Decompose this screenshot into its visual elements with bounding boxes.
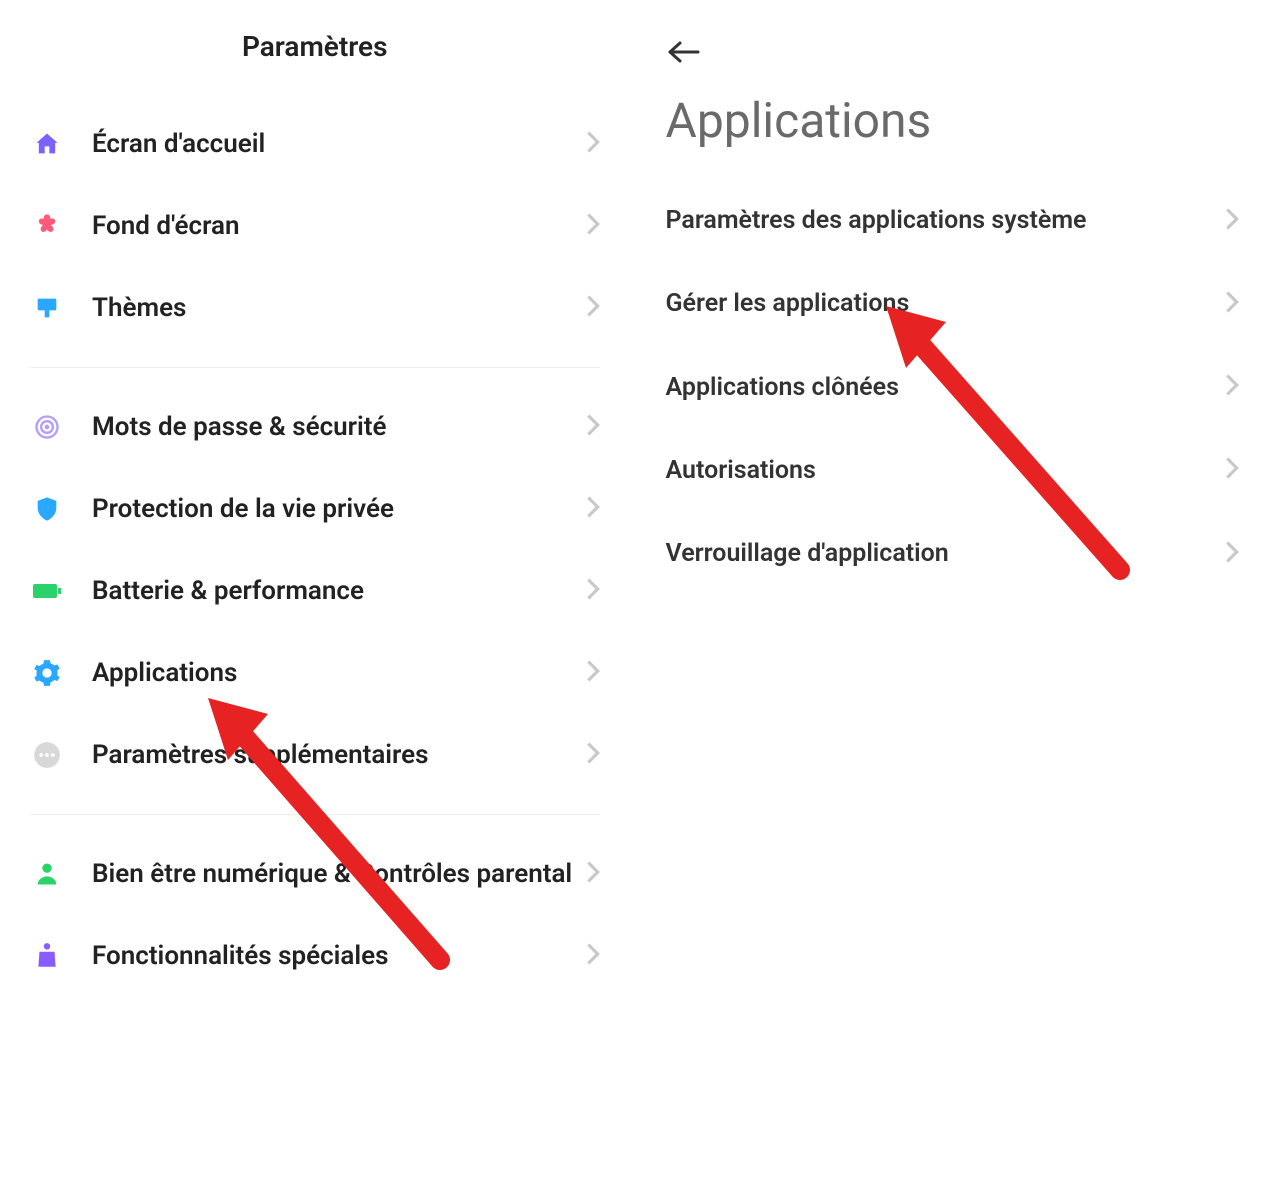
chevron-right-icon [586, 295, 600, 321]
applications-panel: Applications Paramètres des applications… [640, 0, 1279, 1203]
target-icon [30, 410, 64, 444]
divider [30, 814, 600, 815]
settings-row-label: Écran d'accueil [92, 128, 586, 161]
settings-row-label: Applications [92, 657, 586, 690]
settings-row-additional-settings[interactable]: Paramètres supplémentaires [20, 714, 610, 796]
brush-icon [30, 291, 64, 325]
person-icon [30, 857, 64, 891]
settings-row-wallpaper[interactable]: Fond d'écran [20, 185, 610, 267]
apps-row-label: Autorisations [666, 455, 1226, 486]
chevron-right-icon [586, 578, 600, 604]
settings-row-label: Batterie & performance [92, 575, 586, 608]
chevron-right-icon [586, 742, 600, 768]
settings-row-label: Fond d'écran [92, 210, 586, 243]
divider [30, 367, 600, 368]
apps-row-app-lock[interactable]: Verrouillage d'application [650, 512, 1250, 595]
chevron-right-icon [1225, 208, 1239, 234]
chevron-right-icon [586, 861, 600, 887]
chevron-right-icon [586, 496, 600, 522]
chevron-right-icon [586, 414, 600, 440]
settings-panel: Paramètres Écran d'accueil Fond d'écran … [0, 0, 640, 1203]
chevron-right-icon [586, 213, 600, 239]
settings-row-label: Paramètres supplémentaires [92, 739, 586, 772]
chevron-right-icon [586, 943, 600, 969]
chevron-right-icon [1225, 541, 1239, 567]
apps-row-label: Paramètres des applications système [666, 205, 1226, 236]
dots-icon [30, 738, 64, 772]
settings-row-home[interactable]: Écran d'accueil [20, 103, 610, 185]
page-title: Paramètres [20, 10, 610, 103]
settings-row-special-features[interactable]: Fonctionnalités spéciales [20, 915, 610, 997]
chevron-right-icon [1225, 374, 1239, 400]
settings-row-label: Protection de la vie privée [92, 493, 586, 526]
apps-row-dual-apps[interactable]: Applications clônées [650, 346, 1250, 429]
settings-row-digital-wellbeing[interactable]: Bien être numérique & Contrôles parental [20, 833, 610, 915]
apps-row-label: Gérer les applications [666, 288, 1226, 319]
settings-row-label: Fonctionnalités spéciales [92, 940, 586, 973]
chevron-right-icon [586, 660, 600, 686]
settings-row-themes[interactable]: Thèmes [20, 267, 610, 349]
chevron-right-icon [586, 131, 600, 157]
apps-row-permissions[interactable]: Autorisations [650, 429, 1250, 512]
chevron-right-icon [1225, 291, 1239, 317]
battery-icon [30, 574, 64, 608]
settings-row-battery-performance[interactable]: Batterie & performance [20, 550, 610, 632]
settings-row-applications[interactable]: Applications [20, 632, 610, 714]
bag-icon [30, 939, 64, 973]
apps-row-system-app-settings[interactable]: Paramètres des applications système [650, 179, 1250, 262]
apps-row-label: Applications clônées [666, 372, 1226, 403]
settings-row-passwords-security[interactable]: Mots de passe & sécurité [20, 386, 610, 468]
shield-icon [30, 492, 64, 526]
flower-icon [30, 209, 64, 243]
settings-row-label: Mots de passe & sécurité [92, 411, 586, 444]
apps-row-manage-apps[interactable]: Gérer les applications [650, 262, 1250, 345]
gear-icon [30, 656, 64, 690]
settings-row-privacy-protection[interactable]: Protection de la vie privée [20, 468, 610, 550]
back-button[interactable] [650, 10, 1250, 74]
arrow-left-icon [666, 40, 702, 64]
page-title: Applications [650, 74, 1250, 179]
home-icon [30, 127, 64, 161]
settings-row-label: Thèmes [92, 292, 586, 325]
apps-row-label: Verrouillage d'application [666, 538, 1226, 569]
chevron-right-icon [1225, 457, 1239, 483]
settings-row-label: Bien être numérique & Contrôles parental [92, 858, 586, 891]
